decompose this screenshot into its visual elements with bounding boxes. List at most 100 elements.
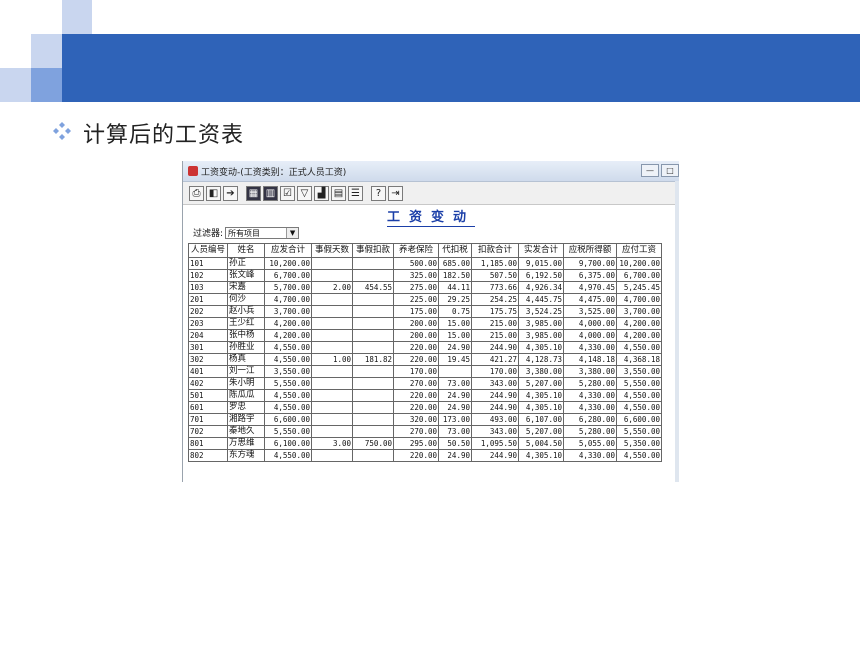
table-cell[interactable]: 181.82 [352, 353, 394, 366]
table-cell[interactable]: 493.00 [471, 413, 519, 426]
table-cell[interactable]: 6,600.00 [264, 413, 312, 426]
table-row[interactable]: 301 孙胜业 4,550.00 220.00 24.90 244.90 4,305.10 4… [188, 341, 662, 354]
table-cell[interactable]: 220.00 [393, 401, 439, 414]
table-cell[interactable]: 杨真 [227, 353, 265, 366]
table-cell[interactable]: 301 [188, 341, 228, 354]
table-cell[interactable]: 182.50 [438, 269, 472, 282]
table-cell[interactable]: 5,055.00 [563, 437, 617, 450]
table-cell[interactable] [311, 365, 353, 378]
table-cell[interactable]: 801 [188, 437, 228, 450]
table-cell[interactable]: 3,550.00 [264, 365, 312, 378]
table-cell[interactable]: 402 [188, 377, 228, 390]
table-cell[interactable]: 5,280.00 [563, 425, 617, 438]
table-cell[interactable]: 102 [188, 269, 228, 282]
table-cell[interactable]: 东方魂 [227, 449, 265, 462]
table-cell[interactable]: 4,000.00 [563, 329, 617, 342]
table-cell[interactable]: 万思维 [227, 437, 265, 450]
table-cell[interactable] [352, 401, 394, 414]
table-cell[interactable]: 702 [188, 425, 228, 438]
table-cell[interactable]: 401 [188, 365, 228, 378]
table-cell[interactable]: 4,700.00 [616, 293, 662, 306]
table-cell[interactable] [352, 389, 394, 402]
table-cell[interactable]: 4,000.00 [563, 317, 617, 330]
table-row[interactable]: 402 朱小明 5,550.00 270.00 73.00 343.00 5,207.00 5… [188, 377, 662, 390]
table-cell[interactable]: 9,700.00 [563, 257, 617, 270]
table-cell[interactable]: 24.90 [438, 341, 472, 354]
table-cell[interactable]: 1.00 [311, 353, 353, 366]
table-cell[interactable]: 5,207.00 [518, 377, 564, 390]
table-row[interactable]: 103 宋嘉 5,700.00 2.00 454.55 275.00 44.11 773.66… [188, 281, 662, 294]
table-cell[interactable]: 175.00 [393, 305, 439, 318]
table-cell[interactable]: 3.00 [311, 437, 353, 450]
table-cell[interactable]: 4,550.00 [264, 401, 312, 414]
table-cell[interactable]: 24.90 [438, 449, 472, 462]
table-cell[interactable]: 张中杨 [227, 329, 265, 342]
columns-icon[interactable]: ☰ [348, 185, 363, 201]
table-row[interactable]: 102 张文峰 6,700.00 325.00 182.50 507.50 6,192.50… [188, 269, 662, 282]
table-cell[interactable]: 244.90 [471, 401, 519, 414]
column-header[interactable]: 事假天数 [311, 243, 353, 258]
table-cell[interactable]: 220.00 [393, 353, 439, 366]
table-cell[interactable]: 4,550.00 [264, 341, 312, 354]
column-header[interactable]: 养老保险 [393, 243, 439, 258]
table-cell[interactable]: 朱小明 [227, 377, 265, 390]
table-cell[interactable]: 4,330.00 [563, 449, 617, 462]
table-cell[interactable]: 4,200.00 [616, 317, 662, 330]
column-header[interactable]: 扣款合计 [471, 243, 519, 258]
table-cell[interactable] [352, 269, 394, 282]
table-cell[interactable]: 6,100.00 [264, 437, 312, 450]
table-cell[interactable]: 5,350.00 [616, 437, 662, 450]
table-cell[interactable]: 270.00 [393, 377, 439, 390]
table-cell[interactable] [352, 317, 394, 330]
table-cell[interactable]: 5,245.45 [616, 281, 662, 294]
table-cell[interactable]: 3,380.00 [518, 365, 564, 378]
column-header[interactable]: 应付工资 [616, 243, 662, 258]
table-cell[interactable]: 4,445.75 [518, 293, 564, 306]
table-cell[interactable]: 173.00 [438, 413, 472, 426]
table-cell[interactable]: 4,550.00 [616, 341, 662, 354]
table-cell[interactable]: 215.00 [471, 317, 519, 330]
table-cell[interactable]: 73.00 [438, 377, 472, 390]
table-cell[interactable]: 宋嘉 [227, 281, 265, 294]
table-cell[interactable]: 4,550.00 [264, 389, 312, 402]
table-cell[interactable]: 3,524.25 [518, 305, 564, 318]
table-cell[interactable]: 204 [188, 329, 228, 342]
export-icon[interactable]: ➔ [223, 185, 238, 201]
table-cell[interactable]: 19.45 [438, 353, 472, 366]
table-cell[interactable]: 4,200.00 [264, 317, 312, 330]
table-cell[interactable]: 罗忠 [227, 401, 265, 414]
table-row[interactable]: 401 刘一江 3,550.00 170.00 170.00 3,380.00 3,380.… [188, 365, 662, 378]
table-row[interactable]: 101 孙正 10,200.00 500.00 685.00 1,185.00 9,015.… [188, 257, 662, 270]
table-row[interactable]: 201 何沙 4,700.00 225.00 29.25 254.25 4,445.75 4,… [188, 293, 662, 306]
table-cell[interactable]: 0.75 [438, 305, 472, 318]
table-row[interactable]: 203 王少红 4,200.00 200.00 15.00 215.00 3,985.00 4… [188, 317, 662, 330]
table-cell[interactable]: 4,305.10 [518, 401, 564, 414]
table-row[interactable]: 204 张中杨 4,200.00 200.00 15.00 215.00 3,985.00 4… [188, 329, 662, 342]
table-cell[interactable] [352, 449, 394, 462]
table-cell[interactable]: 302 [188, 353, 228, 366]
table-cell[interactable]: 601 [188, 401, 228, 414]
table-cell[interactable]: 4,128.73 [518, 353, 564, 366]
grid-icon[interactable]: ▦ [246, 185, 261, 201]
table-cell[interactable]: 170.00 [393, 365, 439, 378]
settings-icon[interactable]: ☑ [280, 185, 295, 201]
table-cell[interactable]: 6,700.00 [264, 269, 312, 282]
table-cell[interactable]: 4,330.00 [563, 389, 617, 402]
table-row[interactable]: 601 罗忠 4,550.00 220.00 24.90 244.90 4,305.10 4,… [188, 401, 662, 414]
table-row[interactable]: 702 秦地久 5,550.00 270.00 73.00 343.00 5,207.00 5… [188, 425, 662, 438]
table-row[interactable]: 501 陈瓜瓜 4,550.00 220.00 24.90 244.90 4,305.10 4… [188, 389, 662, 402]
table-cell[interactable]: 4,550.00 [264, 353, 312, 366]
table-cell[interactable]: 4,200.00 [264, 329, 312, 342]
table-cell[interactable]: 773.66 [471, 281, 519, 294]
preview-icon[interactable]: ◧ [206, 185, 221, 201]
table-cell[interactable]: 秦地久 [227, 425, 265, 438]
table-cell[interactable]: 10,200.00 [616, 257, 662, 270]
table-cell[interactable]: 3,700.00 [616, 305, 662, 318]
table-cell[interactable]: 5,700.00 [264, 281, 312, 294]
table-cell[interactable]: 3,700.00 [264, 305, 312, 318]
column-header[interactable]: 事假扣款 [352, 243, 394, 258]
table-cell[interactable] [311, 317, 353, 330]
table-cell[interactable] [352, 425, 394, 438]
table-cell[interactable] [311, 401, 353, 414]
table-cell[interactable] [352, 329, 394, 342]
